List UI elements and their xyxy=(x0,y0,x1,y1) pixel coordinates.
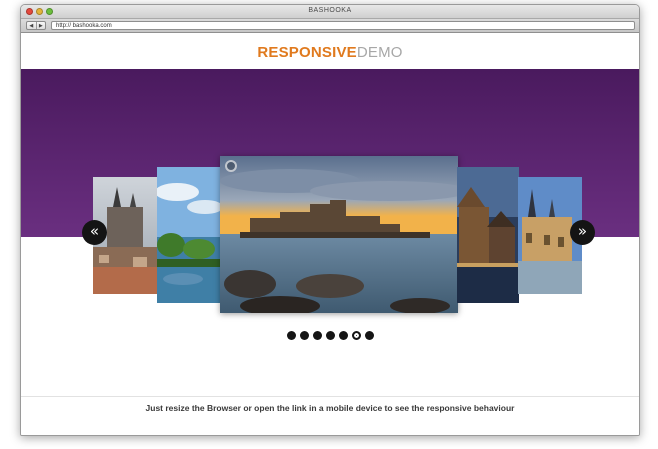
pagination-dot-5[interactable] xyxy=(338,331,348,340)
logo-responsive: RESPONSIVE xyxy=(257,44,357,61)
pagination-dot-3[interactable] xyxy=(312,331,322,340)
pagination-dot-4[interactable] xyxy=(325,331,335,340)
page-content: RESPONSIVEDEMO « » Just resize the Brows… xyxy=(21,34,639,435)
pagination-dots xyxy=(21,331,639,340)
pagination-dot-1[interactable] xyxy=(286,331,296,340)
forward-button[interactable]: ▶ xyxy=(35,22,46,29)
nav-buttons: ◀ ▶ xyxy=(26,21,46,30)
pagination-dot-2[interactable] xyxy=(299,331,309,340)
pagination-dot-6[interactable] xyxy=(351,331,361,340)
slide-sea-fortress[interactable] xyxy=(220,156,458,313)
lucerne-image xyxy=(457,167,519,303)
browser-window: BASHOOKA ◀ ▶ http:// bashooka.com RESPON… xyxy=(20,4,640,436)
footer-text: Just resize the Browser or open the link… xyxy=(145,403,515,413)
slide-lucerne-bridge[interactable] xyxy=(457,167,519,303)
back-button[interactable]: ◀ xyxy=(27,22,36,29)
address-bar[interactable]: http:// bashooka.com xyxy=(51,21,635,30)
pause-icon[interactable] xyxy=(225,160,237,172)
site-logo[interactable]: RESPONSIVEDEMO xyxy=(21,44,639,61)
fortress-image xyxy=(220,156,458,313)
pagination-dot-7[interactable] xyxy=(364,331,374,340)
footer-divider xyxy=(21,396,639,397)
next-arrow-button[interactable]: » xyxy=(570,220,595,245)
slide-lake-trees[interactable] xyxy=(157,167,221,303)
window-title: BASHOOKA xyxy=(308,7,352,14)
lake-image xyxy=(157,167,221,303)
title-bar: BASHOOKA xyxy=(21,5,639,19)
logo-demo: DEMO xyxy=(356,44,403,61)
prev-arrow-button[interactable]: « xyxy=(82,220,107,245)
browser-toolbar: ◀ ▶ http:// bashooka.com xyxy=(21,19,639,33)
